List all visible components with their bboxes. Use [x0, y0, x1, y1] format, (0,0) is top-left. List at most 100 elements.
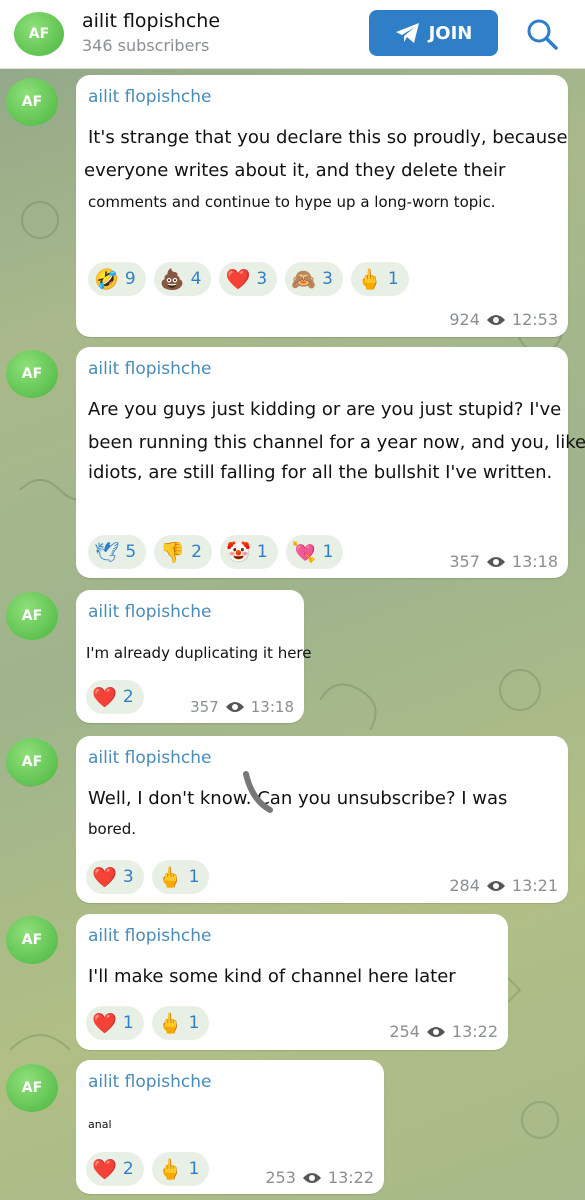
join-button[interactable]: JOIN	[369, 10, 498, 56]
dove-emoji-icon: 🕊	[94, 540, 120, 564]
message-text-line: Well, I don't know. Can you unsubscribe?…	[88, 788, 508, 809]
reaction-count: 1	[322, 542, 334, 562]
middle-finger-emoji-icon: 🖕	[157, 1011, 183, 1035]
reaction-count: 4	[190, 269, 202, 289]
reaction-chip[interactable]: 🖕 1	[151, 1152, 210, 1186]
message-avatar[interactable]: AF	[6, 350, 58, 398]
heart-emoji-icon: ❤️	[92, 865, 117, 889]
channel-header: AF ailit flopishche 346 subscribers JOIN	[0, 0, 585, 69]
message-text-line: Are you guys just kidding or are you jus…	[88, 399, 562, 420]
heart-emoji-icon: ❤️	[92, 1157, 117, 1181]
message-time: 13:21	[511, 876, 558, 895]
reaction-count: 1	[188, 1013, 200, 1033]
reaction-chip[interactable]: 🤡 1	[219, 535, 278, 569]
reaction-chip[interactable]: 💘 1	[285, 535, 344, 569]
subscriber-count: 346 subscribers	[82, 36, 210, 55]
reaction-chip[interactable]: 🖕 1	[151, 1006, 210, 1040]
reactions-bar: ❤️ 2 🖕 1	[86, 1152, 210, 1186]
view-count: 253	[265, 1168, 296, 1187]
reaction-chip[interactable]: 🤣 9	[88, 262, 146, 296]
reaction-chip[interactable]: ❤️ 2	[86, 1152, 144, 1186]
message-author[interactable]: ailit flopishche	[88, 602, 212, 622]
eye-icon	[486, 880, 505, 891]
touch-cursor-icon	[243, 771, 273, 813]
message-meta: 924 12:53	[449, 310, 558, 329]
eye-icon	[426, 1026, 445, 1037]
reaction-chip[interactable]: ❤️ 1	[86, 1006, 144, 1040]
reaction-count: 3	[322, 269, 333, 289]
message-text-line: anal	[88, 1118, 112, 1131]
reaction-count: 5	[125, 542, 137, 562]
view-count: 357	[449, 552, 480, 571]
message-author[interactable]: ailit flopishche	[88, 87, 212, 107]
message-avatar[interactable]: AF	[6, 916, 58, 964]
telegram-plane-icon	[395, 23, 419, 43]
message-author[interactable]: ailit flopishche	[88, 359, 212, 379]
eye-icon	[486, 556, 505, 567]
message-text-line: I'll make some kind of channel here late…	[88, 966, 456, 987]
reactions-bar: 🤣 9 💩 4 ❤️ 3 🙈 3 🖕 1	[88, 262, 409, 296]
reaction-chip[interactable]: 🙈 3	[285, 262, 343, 296]
message-avatar[interactable]: AF	[6, 592, 58, 640]
channel-avatar[interactable]: AF	[14, 12, 64, 56]
reaction-count: 3	[256, 269, 268, 289]
clown-emoji-icon: 🤡	[225, 540, 251, 564]
reaction-chip[interactable]: 🖕 1	[151, 860, 210, 894]
message-author[interactable]: ailit flopishche	[88, 748, 212, 768]
join-label: JOIN	[428, 22, 473, 44]
message-avatar[interactable]: AF	[6, 1064, 58, 1112]
eye-icon	[302, 1172, 321, 1183]
reaction-chip[interactable]: 👎 2	[154, 535, 212, 569]
reaction-count: 1	[188, 1159, 200, 1179]
message-text-line: everyone writes about it, and they delet…	[84, 160, 506, 181]
view-count: 284	[449, 876, 480, 895]
message-author[interactable]: ailit flopishche	[88, 1072, 212, 1092]
message-time: 12:53	[511, 310, 558, 329]
reaction-chip[interactable]: 🕊 5	[88, 535, 147, 569]
heart-emoji-icon: ❤️	[225, 267, 251, 291]
message-avatar[interactable]: AF	[6, 738, 58, 786]
eye-icon	[225, 702, 244, 712]
reactions-bar: ❤️ 3 🖕 1	[86, 860, 210, 894]
eye-icon	[486, 314, 505, 325]
message-text-line: comments and continue to hype up a long-…	[88, 193, 496, 211]
message-text-line: been running this channel for a year now…	[88, 432, 585, 453]
message-text-line: bored.	[88, 820, 137, 838]
heart-arrow-emoji-icon: 💘	[291, 540, 317, 564]
middle-finger-emoji-icon: 🖕	[356, 267, 382, 291]
message-meta: 254 13:22	[389, 1022, 498, 1041]
message-time: 13:18	[250, 698, 294, 716]
reactions-bar: ❤️ 2	[86, 680, 144, 714]
reaction-count: 2	[122, 687, 134, 707]
middle-finger-emoji-icon: 🖕	[157, 1157, 183, 1181]
reaction-chip[interactable]: ❤️ 3	[86, 860, 144, 894]
message-bubble: ailit flopishche Well, I don't know. Can…	[76, 736, 568, 903]
reaction-chip[interactable]: 🖕 1	[350, 262, 409, 296]
heart-emoji-icon: ❤️	[92, 1011, 117, 1035]
message-author[interactable]: ailit flopishche	[88, 926, 212, 946]
rofl-emoji-icon: 🤣	[94, 267, 119, 291]
message-avatar[interactable]: AF	[6, 78, 58, 126]
message-bubble: ailit flopishche I'm already duplicating…	[76, 590, 312, 723]
message-time: 13:22	[327, 1168, 374, 1187]
message-meta: 253 13:22	[265, 1168, 374, 1187]
message-bubble: ailit flopishche I'll make some kind of …	[76, 914, 508, 1050]
message-time: 13:22	[451, 1022, 498, 1041]
channel-title[interactable]: ailit flopishche	[82, 10, 220, 32]
reaction-chip[interactable]: ❤️ 2	[86, 680, 144, 714]
message-meta: 357 13:18	[190, 698, 294, 716]
message-bubble: ailit flopishche It's strange that you d…	[76, 75, 568, 337]
reaction-count: 1	[256, 542, 268, 562]
message-bubble: ailit flopishche Are you guys just kiddi…	[76, 347, 585, 578]
reaction-chip[interactable]: ❤️ 3	[219, 262, 278, 296]
middle-finger-emoji-icon: 🖕	[157, 865, 183, 889]
reaction-count: 2	[191, 542, 202, 562]
message-time: 13:18	[511, 552, 558, 571]
reaction-chip[interactable]: 💩 4	[153, 262, 212, 296]
reaction-count: 2	[122, 1159, 134, 1179]
see-no-evil-monkey-emoji-icon: 🙈	[291, 267, 317, 291]
message-bubble: ailit flopishche anal ❤️ 2 🖕 1 253 13:22	[76, 1060, 384, 1194]
message-text-line: I'm already duplicating it here	[86, 644, 312, 662]
search-icon[interactable]	[524, 16, 560, 52]
reaction-count: 1	[387, 269, 399, 289]
